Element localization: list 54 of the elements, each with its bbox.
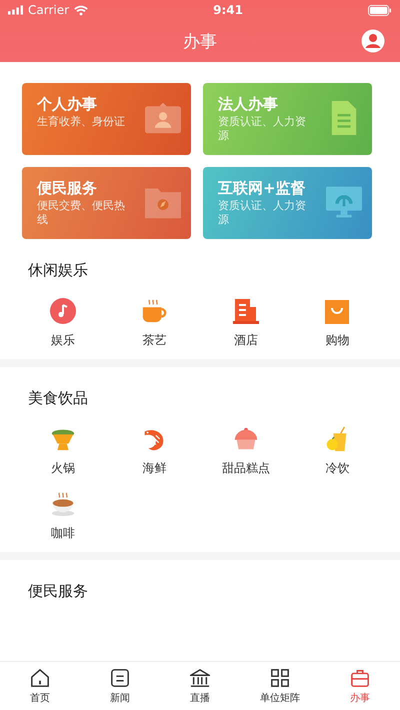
category-item[interactable]: 茶艺 bbox=[108, 298, 200, 349]
shopping-bag-icon bbox=[324, 298, 350, 324]
card-title: 个人办事 bbox=[37, 95, 98, 114]
category-item[interactable]: 冷饮 bbox=[292, 426, 383, 477]
id-card-icon bbox=[145, 101, 181, 135]
card-subtitle: 资质认证、人力资源 bbox=[218, 115, 307, 142]
category-item[interactable]: 甜品糕点 bbox=[200, 426, 292, 477]
tab-item[interactable]: 首页 bbox=[0, 662, 80, 710]
home-icon bbox=[30, 668, 50, 688]
card-title: 互联网+监督 bbox=[218, 179, 307, 198]
briefcase-icon bbox=[350, 668, 370, 688]
tab-item[interactable]: 新闻 bbox=[80, 662, 160, 710]
carrier-label: Carrier bbox=[28, 3, 70, 17]
category-label: 火锅 bbox=[50, 460, 75, 477]
status-time: 9:41 bbox=[213, 3, 243, 17]
building-icon bbox=[232, 298, 259, 324]
user-avatar-icon[interactable] bbox=[361, 29, 385, 53]
coffee-cup-icon bbox=[50, 491, 76, 517]
section-title: 美食饮品 bbox=[27, 389, 89, 408]
category-item[interactable]: 娱乐 bbox=[17, 298, 108, 349]
category-item[interactable]: 酒店 bbox=[200, 298, 292, 349]
grid-icon bbox=[270, 668, 290, 688]
category-label: 娱乐 bbox=[50, 332, 75, 349]
tab-item[interactable]: 单位矩阵 bbox=[240, 662, 320, 710]
category-label: 茶艺 bbox=[142, 332, 166, 349]
page-title: 办事 bbox=[183, 30, 217, 52]
cup-icon bbox=[141, 298, 168, 324]
category-label: 购物 bbox=[325, 332, 350, 349]
category-label: 咖啡 bbox=[50, 525, 75, 542]
document-icon bbox=[110, 668, 130, 688]
cupcake-icon bbox=[232, 426, 259, 452]
category-label: 酒店 bbox=[234, 332, 258, 349]
card-subtitle: 资质认证、人力资源 bbox=[218, 199, 307, 226]
card-title: 便民服务 bbox=[37, 179, 98, 198]
card-subtitle: 便民交费、便民热线 bbox=[37, 199, 126, 226]
tab-item[interactable]: 直播 bbox=[160, 662, 240, 710]
category-item[interactable]: 咖啡 bbox=[17, 491, 108, 542]
battery-icon bbox=[368, 4, 392, 16]
category-item[interactable]: 购物 bbox=[292, 298, 383, 349]
wifi-icon bbox=[74, 4, 88, 16]
category-label: 冷饮 bbox=[325, 460, 350, 477]
category-label: 甜品糕点 bbox=[222, 460, 270, 477]
category-item[interactable]: 火锅 bbox=[17, 426, 108, 477]
signal-icon bbox=[8, 5, 23, 15]
music-note-icon bbox=[50, 298, 76, 324]
category-item[interactable]: 海鲜 bbox=[108, 426, 200, 477]
category-label: 海鲜 bbox=[142, 460, 166, 477]
section-title: 便民服务 bbox=[27, 582, 89, 601]
monitor-icon bbox=[326, 185, 362, 219]
card-subtitle: 生育收养、身份证 bbox=[37, 115, 126, 129]
tab-item[interactable]: 办事 bbox=[320, 662, 400, 710]
section-title: 休闲娱乐 bbox=[27, 261, 89, 280]
card-title: 法人办事 bbox=[218, 95, 279, 114]
building-icon bbox=[190, 668, 210, 688]
